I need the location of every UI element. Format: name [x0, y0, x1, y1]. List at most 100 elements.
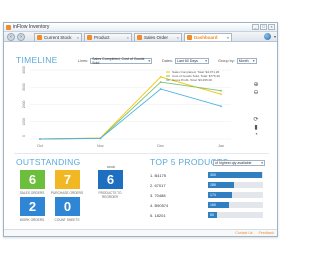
window-title: inFlow Inventory — [13, 24, 50, 30]
data-point — [99, 137, 102, 140]
group-select[interactable]: Month ▾ — [236, 58, 257, 64]
y-tick-label: 1000 — [22, 118, 26, 126]
data-point — [220, 93, 222, 96]
group-label: Group by: — [218, 59, 235, 63]
dates-select[interactable]: Last 60 Days ▾ — [174, 58, 209, 64]
data-point — [159, 81, 162, 83]
work-orders-caption: WORK ORDERS — [19, 218, 45, 222]
data-point — [220, 89, 222, 92]
y-tick-label: 2000 — [22, 100, 26, 108]
chevron-down-icon: ▾ — [252, 59, 255, 63]
top-products-filter-value: of highest qty available — [215, 161, 252, 165]
data-point — [39, 138, 41, 140]
product-bar: 174 — [208, 192, 233, 198]
close-tab-icon[interactable]: × — [77, 35, 79, 40]
x-tick-label: Jan — [218, 144, 224, 148]
zoom-tools: ⊕ ⊖ — [252, 80, 260, 96]
product-bar-track: 174 — [208, 192, 263, 198]
lines-filter: Lines: Sales Completed, Cost of Goods So… — [78, 57, 153, 65]
minimize-button[interactable]: _ — [252, 24, 259, 30]
dates-value: Last 60 Days — [176, 59, 198, 63]
bar-chart-icon[interactable]: ▮ — [252, 123, 260, 131]
x-tick-label: Oct — [37, 144, 44, 148]
products-to-reorder-caption: PRODUCTS TO REORDER — [98, 191, 122, 199]
count-sheets-tile[interactable]: 0 — [55, 197, 80, 216]
purchase-orders-caption: PURCHASE ORDERS — [50, 191, 84, 195]
zoom-out-icon[interactable]: ⊖ — [252, 88, 260, 96]
contact-us-link[interactable]: Contact Us — [235, 231, 252, 235]
zoom-in-icon[interactable]: ⊕ — [252, 80, 260, 88]
y-tick-label: 3000 — [22, 83, 26, 91]
series-line — [39, 81, 222, 140]
top-product-row[interactable]: 3. 70488 174 — [150, 191, 265, 200]
dates-filter: Dates: Last 60 Days ▾ — [162, 58, 209, 64]
close-tab-icon[interactable]: × — [177, 35, 179, 40]
lines-value: Sales Completed, Cost of Goods Sold — [92, 57, 145, 65]
work-orders-tile[interactable]: 2 — [20, 197, 45, 216]
group-filter: Group by: Month ▾ — [218, 58, 257, 64]
data-point — [220, 105, 222, 108]
lines-select[interactable]: Sales Completed, Cost of Goods Sold ▾ — [90, 57, 153, 65]
pie-chart-icon[interactable]: ◔ — [252, 131, 260, 139]
tab-sales-order[interactable]: Sales Order × — [134, 33, 182, 41]
forward-arrow-icon[interactable]: › — [17, 33, 25, 41]
timeline-title: TIMELINE — [16, 55, 58, 65]
chevron-down-icon: ▾ — [261, 161, 263, 165]
product-name: 3. 70488 — [150, 193, 166, 198]
feedback-link[interactable]: Feedback — [259, 231, 274, 235]
count-sheets-caption: COUNT SHEETS — [54, 218, 80, 222]
tab-label: Product — [94, 35, 110, 40]
product-qty: 160 — [210, 203, 216, 207]
lines-label: Lines: — [78, 59, 89, 63]
tab-label: Dashboard — [194, 35, 218, 40]
product-icon — [87, 35, 92, 40]
stock-icon — [37, 35, 42, 40]
back-arrow-icon[interactable]: ‹ — [7, 33, 15, 41]
product-bar-track: 50 — [208, 212, 263, 218]
series-line — [39, 76, 222, 140]
close-tab-icon[interactable]: × — [227, 35, 229, 40]
product-bar-track: 160 — [208, 202, 263, 208]
tab-dashboard[interactable]: Dashboard × — [184, 33, 232, 41]
tab-product[interactable]: Product × — [84, 33, 132, 41]
sales-order-icon — [137, 35, 142, 40]
tab-label: Current Stock — [44, 35, 72, 40]
product-bar: 285 — [208, 182, 235, 188]
top-product-row[interactable]: 4. B90574 160 — [150, 201, 265, 210]
globe-icon[interactable] — [264, 33, 271, 40]
product-bar: 160 — [208, 202, 229, 208]
product-name: 4. B90574 — [150, 203, 169, 208]
product-bar: 50 — [208, 212, 217, 218]
tab-current-stock[interactable]: Current Stock × — [34, 33, 82, 41]
products-to-reorder-tile[interactable]: 6 — [98, 170, 123, 189]
y-tick-label: 4000 — [22, 66, 26, 74]
status-bar: Contact Us Feedback — [4, 229, 277, 236]
app-logo-icon — [6, 25, 11, 30]
top-products-select[interactable]: of highest qty available ▾ — [213, 160, 265, 166]
dashboard-icon — [187, 35, 192, 40]
y-tick-label: 0 — [22, 135, 26, 137]
timeline-chart: 40003000200010000Oct Nov Dec JanSales Compl… — [22, 66, 231, 148]
group-value: Month — [238, 59, 249, 63]
product-bar: 300 — [208, 172, 262, 178]
product-qty: 174 — [210, 193, 216, 197]
refresh-icon[interactable]: ⟳ — [252, 115, 260, 123]
stock-label: stock — [106, 165, 116, 169]
chevron-down-icon[interactable]: ▾ — [274, 34, 276, 39]
title-bar: inFlow Inventory _ □ × — [4, 23, 277, 32]
chevron-down-icon: ▾ — [205, 59, 207, 63]
top-product-row[interactable]: 5. 18201 50 — [150, 211, 265, 220]
top-product-row[interactable]: 2. 67017 285 — [150, 181, 265, 190]
close-button[interactable]: × — [268, 24, 275, 30]
sales-orders-caption: SALES ORDERS — [19, 191, 45, 195]
top-product-row[interactable]: 1. B4175 300 — [150, 171, 265, 180]
sales-orders-tile[interactable]: 6 — [20, 170, 45, 189]
close-tab-icon[interactable]: × — [127, 35, 129, 40]
maximize-button[interactable]: □ — [260, 24, 267, 30]
x-tick-label: Nov — [97, 144, 104, 148]
product-qty: 300 — [210, 173, 216, 177]
x-tick-label: Dec — [157, 144, 164, 148]
purchase-orders-tile[interactable]: 7 — [55, 170, 80, 189]
outstanding-title: OUTSTANDING — [16, 157, 81, 167]
top-products-filter: of highest qty available ▾ — [213, 160, 265, 166]
